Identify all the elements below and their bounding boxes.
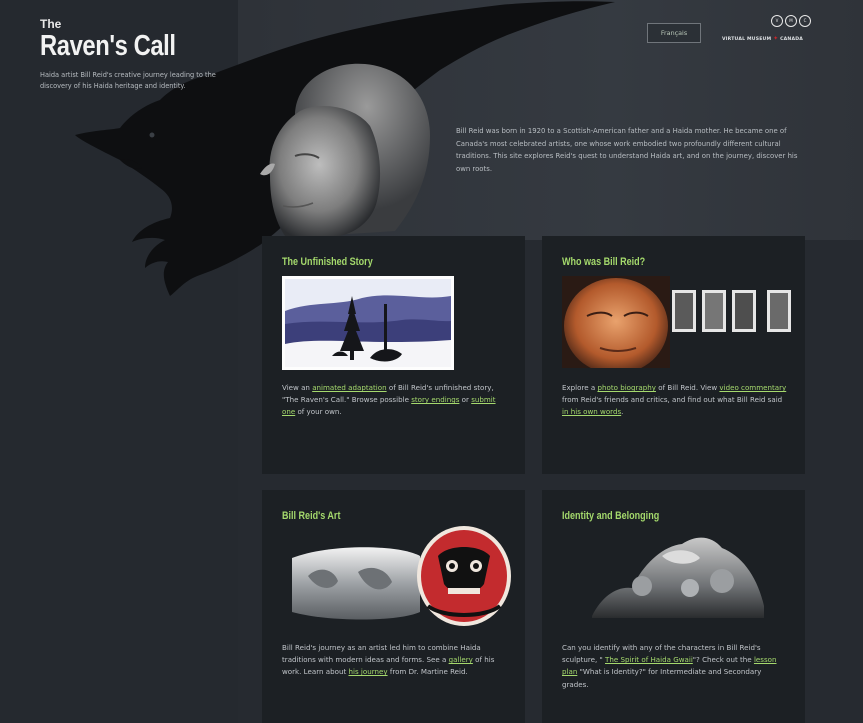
panel-identity-and-belonging: Identity and Belonging Can you identify … (542, 490, 805, 723)
text-segment: or (459, 395, 472, 405)
spirit-of-haida-gwaii-link[interactable]: The Spirit of Haida Gwaii (605, 655, 693, 664)
animated-story-thumbnail[interactable] (282, 276, 454, 370)
panel-title-unfinished-story[interactable]: The Unfinished Story (282, 256, 373, 268)
title-prefix: The (40, 17, 62, 31)
panel-title-bill-reids-art[interactable]: Bill Reid's Art (282, 510, 340, 522)
vmc-v-icon: V (771, 15, 783, 27)
site-branding: The Raven's Call Haida artist Bill Reid'… (40, 18, 230, 92)
francais-language-button[interactable]: Français (647, 23, 701, 43)
identity-and-belonging-description: Can you identify with any of the charact… (562, 642, 790, 691)
gallery-link[interactable]: gallery (449, 655, 473, 664)
text-segment: Explore a (562, 383, 598, 392)
text-segment: "What is Identity?" for Intermediate and… (562, 667, 762, 689)
bill-reids-art-description: Bill Reid's journey as an artist led him… (282, 642, 510, 679)
story-endings-link[interactable]: story endings (411, 395, 459, 404)
unfinished-story-description: View an animated adaptation of Bill Reid… (282, 382, 510, 419)
site-tagline: Haida artist Bill Reid's creative journe… (40, 71, 216, 90)
text-segment: of your own. (295, 407, 342, 417)
who-was-bill-reid-description: Explore a photo biography of Bill Reid. … (562, 382, 790, 419)
vmc-m-icon: M (785, 15, 797, 27)
text-segment: . (621, 407, 624, 417)
text-segment: View an (282, 383, 313, 392)
text-segment: of Bill Reid. View (655, 383, 720, 392)
art-gallery-thumbnail[interactable] (288, 526, 514, 630)
maple-leaf-icon: ✦ (773, 35, 779, 42)
photo-biography-thumbnail[interactable] (562, 276, 794, 368)
panel-title-who-was-bill-reid[interactable]: Who was Bill Reid? (562, 256, 645, 268)
text-segment: from Dr. Martine Reid. (387, 667, 468, 677)
photo-biography-link[interactable]: photo biography (597, 383, 656, 392)
spirit-of-haida-gwaii-thumbnail[interactable] (582, 526, 772, 626)
panel-who-was-bill-reid: Who was Bill Reid? Explore a photo biogr… (542, 236, 805, 474)
his-journey-link[interactable]: his journey (348, 667, 387, 676)
virtual-museum-logo[interactable]: V M C VIRTUAL MUSEUM ✦ CANADA (722, 15, 834, 45)
in-his-own-words-link[interactable]: in his own words (562, 407, 621, 416)
bill-reid-portrait-image (260, 63, 430, 236)
vmc-country: CANADA (780, 37, 804, 42)
panel-title-identity-and-belonging[interactable]: Identity and Belonging (562, 510, 659, 522)
vmc-label: VIRTUAL MUSEUM (722, 37, 772, 42)
site-title[interactable]: Raven's Call (40, 30, 196, 62)
panel-unfinished-story: The Unfinished Story View an animated ad… (262, 236, 525, 474)
panel-bill-reids-art: Bill Reid's Art Bill Reid's journey as a… (262, 490, 525, 723)
animated-adaptation-link[interactable]: animated adaptation (312, 383, 386, 392)
video-commentary-link[interactable]: video commentary (719, 383, 786, 392)
page: The Raven's Call Haida artist Bill Reid'… (0, 0, 863, 723)
intro-paragraph: Bill Reid was born in 1920 to a Scottish… (456, 127, 798, 173)
text-segment: from Reid's friends and critics, and fin… (562, 395, 783, 405)
vmc-c-icon: C (799, 15, 811, 27)
text-segment: "? Check out the (692, 655, 754, 665)
